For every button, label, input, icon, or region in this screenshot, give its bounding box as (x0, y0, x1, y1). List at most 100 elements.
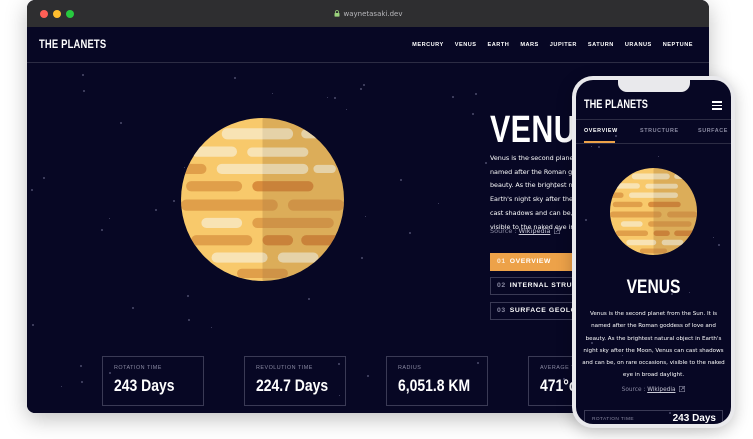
mobile-tab-structure[interactable]: STRUCTURE (640, 128, 679, 134)
star (173, 200, 175, 202)
description-line: beauty. As the brightest natural object … (585, 335, 722, 342)
stat-value: 6,051.8 KM (398, 376, 471, 395)
star (327, 97, 328, 98)
browser-toolbar: waynetasaki.dev (27, 0, 709, 27)
mobile-wikipedia-link[interactable]: Wikipedia (647, 387, 675, 393)
nav-item-earth[interactable]: EARTH (488, 42, 510, 48)
star (32, 324, 34, 326)
address-bar[interactable]: waynetasaki.dev (27, 0, 709, 27)
nav-item-venus[interactable]: VENUS (455, 42, 477, 48)
external-link-icon[interactable] (554, 228, 561, 235)
mobile-tab-surface[interactable]: SURFACE (698, 128, 728, 134)
external-link-icon[interactable] (679, 386, 686, 393)
mobile-header-divider (576, 119, 731, 120)
star (452, 96, 454, 98)
star (472, 113, 474, 115)
star (365, 216, 366, 217)
star (81, 381, 83, 383)
tab-number: 01 (497, 258, 506, 265)
stat-value: 243 Days (114, 376, 175, 395)
star (211, 327, 212, 328)
wikipedia-link[interactable]: Wikipedia (519, 227, 551, 235)
star (658, 156, 659, 157)
nav-item-uranus[interactable]: URANUS (625, 42, 652, 48)
header-divider (27, 62, 709, 63)
main-nav: MERCURY VENUS EARTH MARS JUPITER SATURN … (412, 42, 693, 48)
star (363, 84, 365, 86)
star (360, 88, 362, 90)
description-line: and can be, on rare occasions, visible t… (582, 360, 725, 367)
nav-item-jupiter[interactable]: JUPITER (550, 42, 577, 48)
star (585, 219, 587, 221)
stat-label: RADIUS (398, 365, 422, 371)
source-attribution: Source : Wikipedia (490, 227, 561, 235)
mobile-planet-title: VENUS (626, 277, 681, 298)
star (83, 90, 85, 92)
star (188, 319, 190, 321)
star (615, 135, 617, 137)
star (308, 298, 310, 300)
hamburger-menu-icon[interactable] (712, 101, 722, 110)
mobile-site-logo[interactable]: THE PLANETS (584, 99, 648, 111)
mobile-page: THE PLANETS OVERVIEW STRUCTURE SURFACE V… (576, 80, 731, 424)
mobile-stat-rotation-time: ROTATION TIME 243 Days (584, 410, 723, 424)
star (718, 244, 720, 246)
stat-label: REVOLUTION TIME (256, 365, 313, 371)
description-line: eye in broad daylight. (622, 372, 685, 379)
description-line: night sky after the Moon, Venus can cast… (583, 347, 724, 354)
star (438, 203, 439, 204)
stat-value: 243 Days (672, 413, 716, 424)
lock-icon (334, 10, 339, 17)
source-label: Source : (490, 227, 517, 235)
site-logo[interactable]: THE PLANETS (39, 39, 106, 51)
nav-item-neptune[interactable]: NEPTUNE (663, 42, 693, 48)
mobile-planet-description: Venus is the second planet from the Sun.… (580, 308, 727, 382)
mobile-venus-planet-image (610, 168, 697, 255)
star (120, 122, 122, 124)
star (346, 109, 347, 110)
stat-rotation-time: ROTATION TIME 243 Days (102, 356, 204, 406)
venus-planet-image (181, 118, 344, 281)
star (591, 146, 592, 147)
star (31, 189, 33, 191)
mobile-tabs-divider (576, 143, 731, 144)
star (485, 162, 487, 164)
star (187, 295, 189, 297)
star (155, 209, 157, 211)
star (361, 257, 363, 259)
star (43, 177, 45, 179)
star (80, 365, 82, 367)
source-label: Source : (621, 387, 646, 393)
stat-revolution-time: REVOLUTION TIME 224.7 Days (244, 356, 346, 406)
address-text: waynetasaki.dev (343, 9, 403, 18)
tab-label: OVERVIEW (509, 258, 552, 265)
mobile-source-attribution: Source : Wikipedia (576, 386, 731, 393)
star (234, 77, 236, 79)
stat-radius: RADIUS 6,051.8 KM (386, 356, 488, 406)
star (475, 93, 477, 95)
star (109, 218, 110, 219)
star (713, 237, 714, 238)
stat-label: ROTATION TIME (114, 365, 162, 371)
nav-item-mars[interactable]: MARS (520, 42, 538, 48)
star (132, 307, 134, 309)
nav-item-saturn[interactable]: SATURN (588, 42, 614, 48)
star (61, 386, 62, 387)
star (367, 375, 369, 377)
mobile-tab-overview[interactable]: OVERVIEW (584, 128, 618, 134)
stat-label: ROTATION TIME (592, 417, 634, 422)
tab-number: 03 (497, 307, 506, 314)
nav-item-mercury[interactable]: MERCURY (412, 42, 444, 48)
description-line: Venus is the second planet from the Sun.… (589, 311, 718, 317)
star (409, 232, 411, 234)
star (272, 93, 273, 94)
star (400, 179, 402, 181)
star (598, 146, 600, 148)
phone-notch (618, 80, 690, 92)
tab-number: 02 (497, 282, 506, 289)
star (101, 229, 103, 231)
stat-value: 224.7 Days (256, 376, 329, 395)
star (82, 74, 84, 76)
description-line: named after the Roman goddess of love an… (591, 323, 716, 330)
star (334, 97, 336, 99)
